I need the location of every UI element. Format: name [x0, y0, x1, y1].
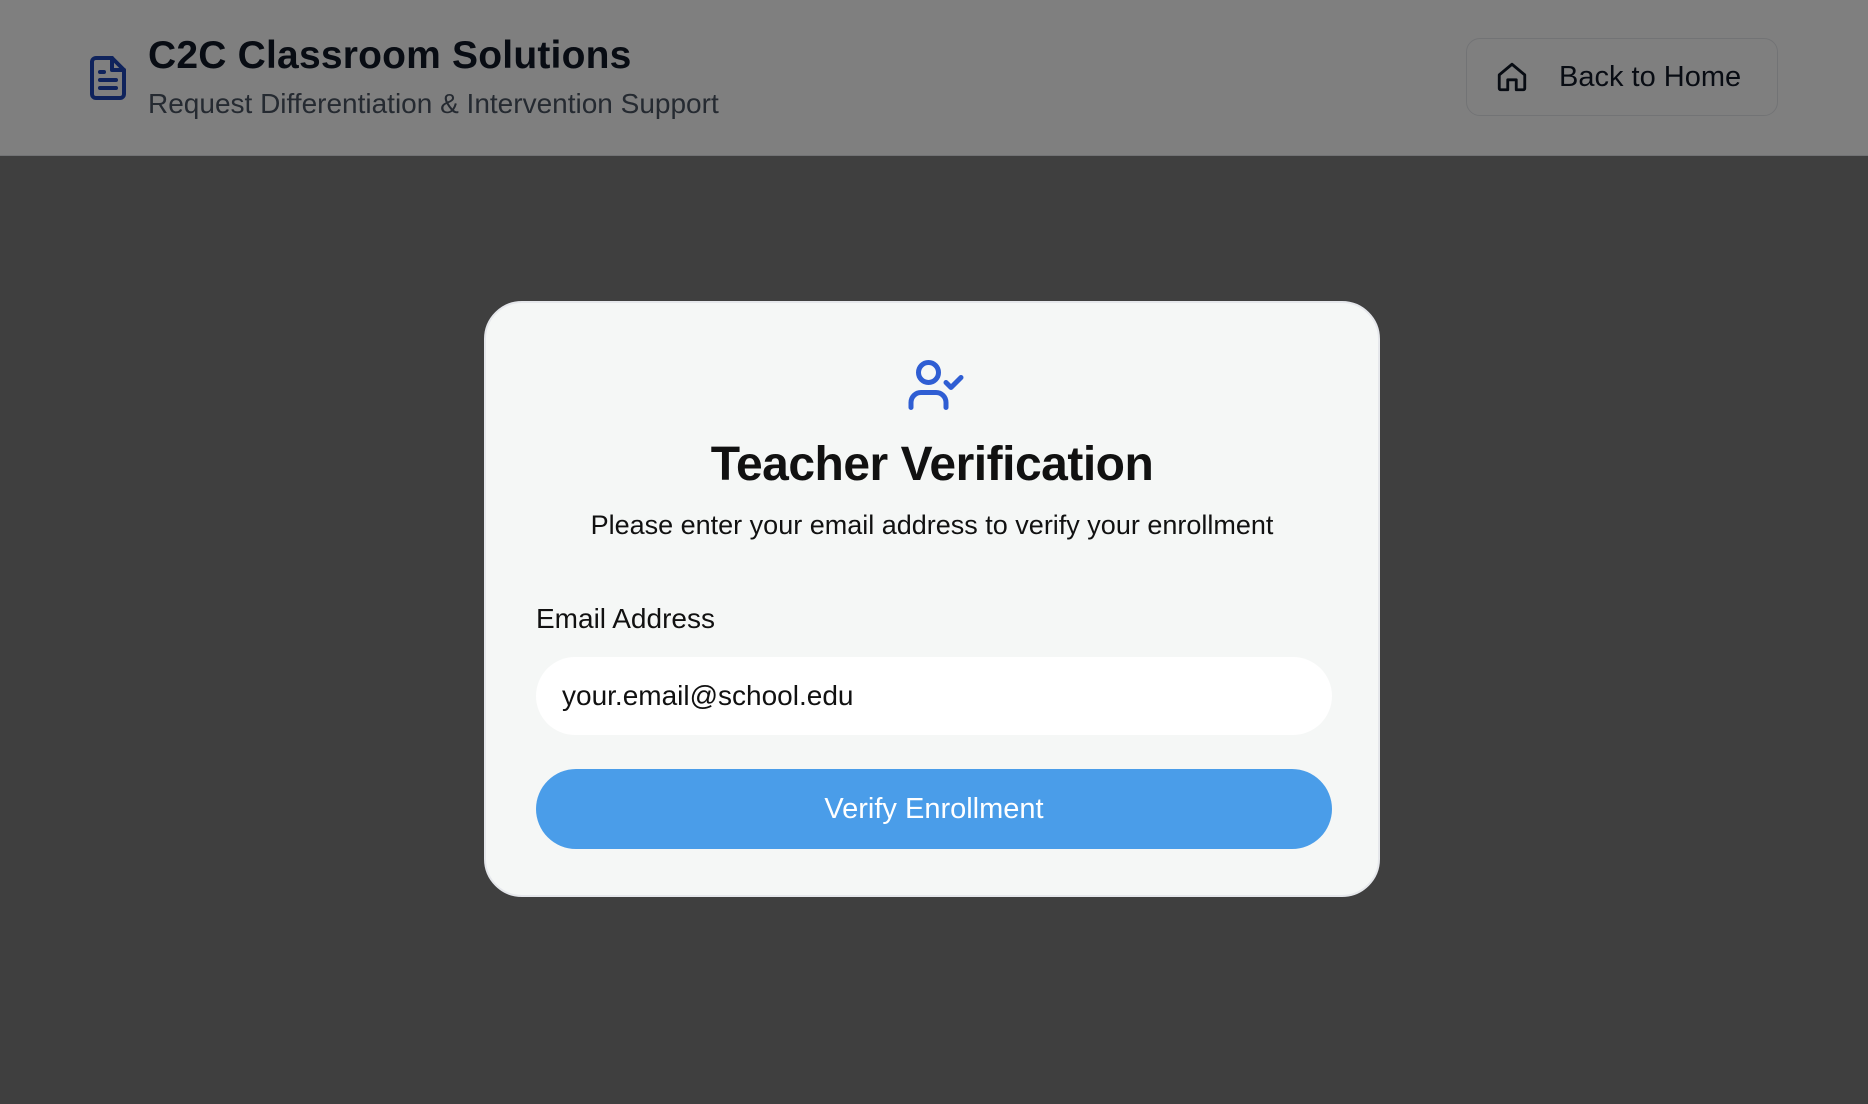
email-label: Email Address: [536, 603, 715, 634]
teacher-verification-dialog: Teacher Verification Please enter your e…: [484, 301, 1380, 897]
email-input[interactable]: [536, 657, 1332, 735]
dialog-subtitle: Please enter your email address to verif…: [590, 510, 1274, 540]
dialog-title: Teacher Verification: [710, 438, 1154, 491]
verify-enrollment-button[interactable]: Verify Enrollment: [536, 769, 1332, 849]
user-check-icon: [908, 360, 964, 410]
